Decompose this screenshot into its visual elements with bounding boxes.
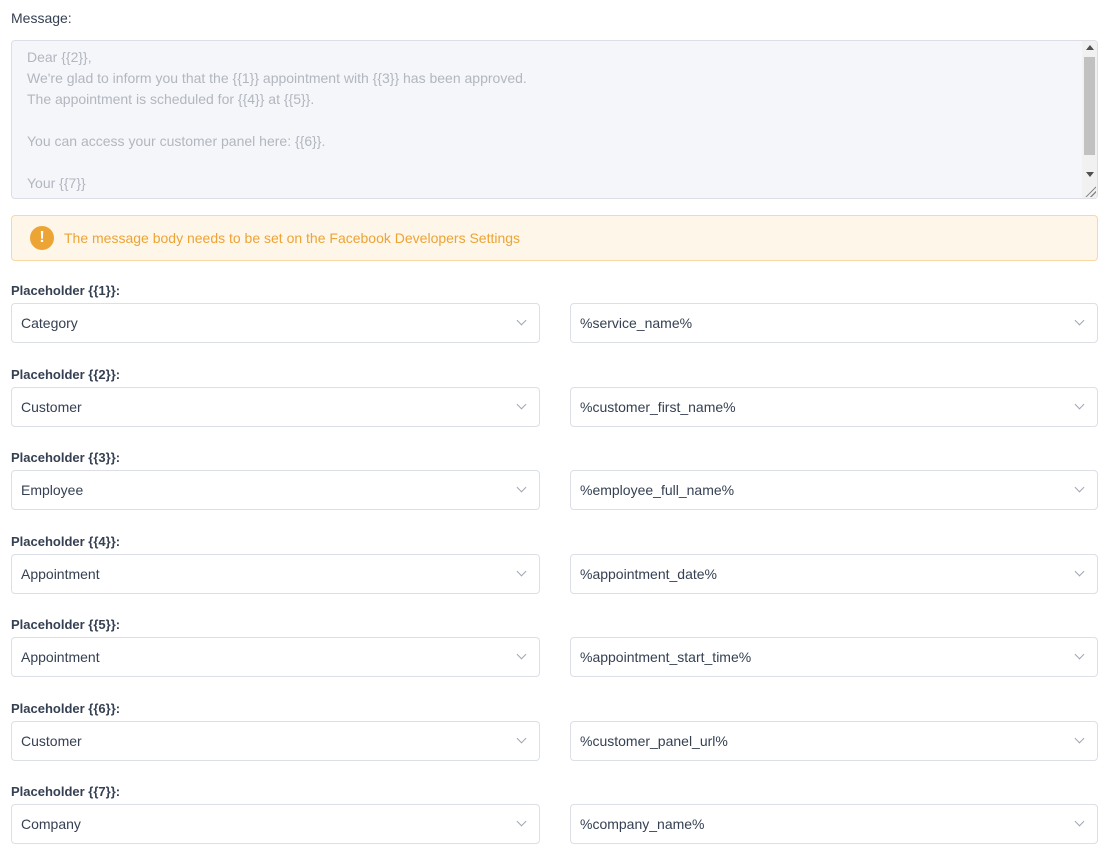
placeholder-value-select[interactable]: %employee_full_name% (570, 470, 1098, 510)
placeholder-label: Placeholder {{2}}: (11, 367, 121, 382)
placeholder-category-select[interactable]: Appointment (11, 637, 540, 677)
select-value: %customer_first_name% (580, 399, 736, 415)
chevron-down-icon (1074, 399, 1085, 410)
select-value: %customer_panel_url% (580, 733, 728, 749)
placeholder-value-select[interactable]: %company_name% (570, 804, 1098, 844)
scroll-thumb[interactable] (1084, 57, 1095, 155)
chevron-down-icon (1074, 315, 1085, 326)
chevron-down-icon (516, 649, 527, 660)
chevron-down-icon (516, 733, 527, 744)
select-value: Appointment (21, 566, 100, 582)
select-value: Appointment (21, 649, 100, 665)
textarea-scrollbar[interactable] (1082, 41, 1097, 198)
chevron-down-icon (1074, 733, 1085, 744)
select-value: Customer (21, 733, 82, 749)
message-textarea[interactable]: Dear {{2}}, We're glad to inform you tha… (11, 40, 1098, 199)
chevron-down-icon (1074, 649, 1085, 660)
placeholder-label: Placeholder {{5}}: (11, 617, 121, 632)
placeholder-value-select[interactable]: %appointment_date% (570, 554, 1098, 594)
chevron-down-icon (1074, 566, 1085, 577)
placeholder-label: Placeholder {{3}}: (11, 450, 121, 465)
chevron-down-icon (516, 482, 527, 493)
whatsapp-template-form: Message: Dear {{2}}, We're glad to infor… (0, 0, 1111, 856)
select-value: Employee (21, 482, 84, 498)
alert-text: The message body needs to be set on the … (64, 230, 521, 246)
exclamation-icon: ! (30, 226, 54, 250)
placeholder-value-select[interactable]: %customer_panel_url% (570, 721, 1098, 761)
placeholder-value-select[interactable]: %appointment_start_time% (570, 637, 1098, 677)
placeholder-category-select[interactable]: Category (11, 303, 540, 343)
resize-handle-icon[interactable] (1084, 185, 1096, 197)
warning-alert: ! The message body needs to be set on th… (11, 215, 1098, 261)
chevron-down-icon (516, 315, 527, 326)
select-value: Customer (21, 399, 82, 415)
placeholder-category-select[interactable]: Customer (11, 721, 540, 761)
scroll-up-icon[interactable] (1086, 45, 1094, 50)
placeholder-label: Placeholder {{6}}: (11, 701, 121, 716)
placeholder-label: Placeholder {{7}}: (11, 784, 121, 799)
placeholder-value-select[interactable]: %customer_first_name% (570, 387, 1098, 427)
select-value: %company_name% (580, 816, 705, 832)
placeholder-category-select[interactable]: Appointment (11, 554, 540, 594)
chevron-down-icon (1074, 816, 1085, 827)
scroll-down-icon[interactable] (1086, 172, 1094, 177)
select-value: Company (21, 816, 81, 832)
select-value: Category (21, 315, 78, 331)
placeholder-label: Placeholder {{4}}: (11, 534, 121, 549)
placeholder-category-select[interactable]: Company (11, 804, 540, 844)
chevron-down-icon (516, 816, 527, 827)
placeholder-label: Placeholder {{1}}: (11, 283, 121, 298)
message-label: Message: (11, 10, 72, 26)
chevron-down-icon (1074, 482, 1085, 493)
select-value: %employee_full_name% (580, 482, 735, 498)
message-placeholder-text: Dear {{2}}, We're glad to inform you tha… (27, 49, 527, 198)
select-value: %appointment_start_time% (580, 649, 752, 665)
chevron-down-icon (516, 566, 527, 577)
chevron-down-icon (516, 399, 527, 410)
placeholder-value-select[interactable]: %service_name% (570, 303, 1098, 343)
select-value: %service_name% (580, 315, 693, 331)
placeholder-category-select[interactable]: Employee (11, 470, 540, 510)
placeholder-category-select[interactable]: Customer (11, 387, 540, 427)
select-value: %appointment_date% (580, 566, 717, 582)
